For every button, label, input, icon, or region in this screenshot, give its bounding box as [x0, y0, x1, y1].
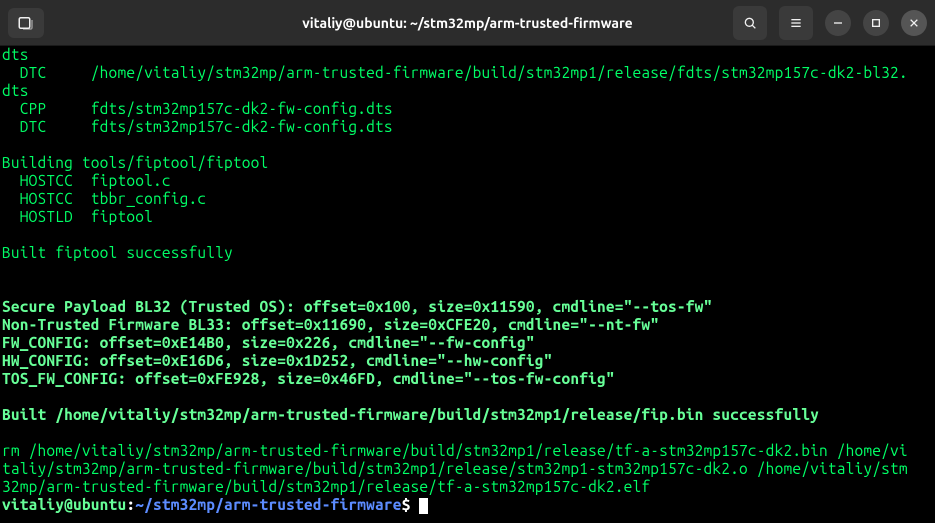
output-line: Built fiptool successfully [2, 244, 233, 261]
output-line: HW_CONFIG: offset=0xE16D6, size=0x1D252,… [2, 352, 553, 369]
output-line: Secure Payload BL32 (Trusted OS): offset… [2, 298, 712, 315]
output-line: HOSTCC fiptool.c [2, 172, 171, 189]
output-line: taliy/stm32mp/arm-trusted-firmware/build… [2, 460, 908, 477]
new-tab-icon [17, 14, 35, 32]
prompt-sep: : [126, 496, 135, 513]
terminal-output[interactable]: dts DTC /home/vitaliy/stm32mp/arm-truste… [0, 46, 935, 523]
output-line: CPP fdts/stm32mp157c-dk2-fw-config.dts [2, 100, 393, 117]
titlebar-left [8, 8, 44, 38]
titlebar-right [733, 6, 927, 40]
prompt-path: ~/stm32mp/arm-trusted-firmware [135, 496, 401, 513]
search-button[interactable] [733, 6, 767, 40]
new-tab-button[interactable] [8, 8, 44, 38]
output-line: HOSTLD fiptool [2, 208, 153, 225]
minimize-button[interactable] [825, 10, 851, 36]
output-line: dts [2, 82, 29, 99]
titlebar: vitaliy@ubuntu: ~/stm32mp/arm-trusted-fi… [0, 0, 935, 46]
output-line: DTC /home/vitaliy/stm32mp/arm-trusted-fi… [2, 64, 908, 81]
window-title: vitaliy@ubuntu: ~/stm32mp/arm-trusted-fi… [302, 15, 632, 31]
hamburger-icon [788, 15, 804, 31]
output-line: DTC fdts/stm32mp157c-dk2-fw-config.dts [2, 118, 393, 135]
output-line: FW_CONFIG: offset=0xE14B0, size=0x226, c… [2, 334, 535, 351]
maximize-icon [868, 15, 884, 31]
maximize-button[interactable] [863, 10, 889, 36]
output-line: dts [2, 46, 29, 63]
output-line: HOSTCC tbbr_config.c [2, 190, 206, 207]
prompt-user-host: vitaliy@ubuntu [2, 496, 126, 513]
prompt-sigil: $ [402, 496, 411, 513]
output-line: Non-Trusted Firmware BL33: offset=0x1169… [2, 316, 659, 333]
output-line: Building tools/fiptool/fiptool [2, 154, 268, 171]
close-icon [906, 15, 922, 31]
menu-button[interactable] [779, 6, 813, 40]
output-line: rm /home/vitaliy/stm32mp/arm-trusted-fir… [2, 442, 908, 459]
minimize-icon [830, 15, 846, 31]
output-line: TOS_FW_CONFIG: offset=0xFE928, size=0x46… [2, 370, 615, 387]
close-button[interactable] [901, 10, 927, 36]
search-icon [742, 15, 758, 31]
output-line: Built /home/vitaliy/stm32mp/arm-trusted-… [2, 406, 819, 423]
cursor [419, 498, 428, 514]
output-line: 32mp/arm-trusted-firmware/build/stm32mp1… [2, 478, 650, 495]
